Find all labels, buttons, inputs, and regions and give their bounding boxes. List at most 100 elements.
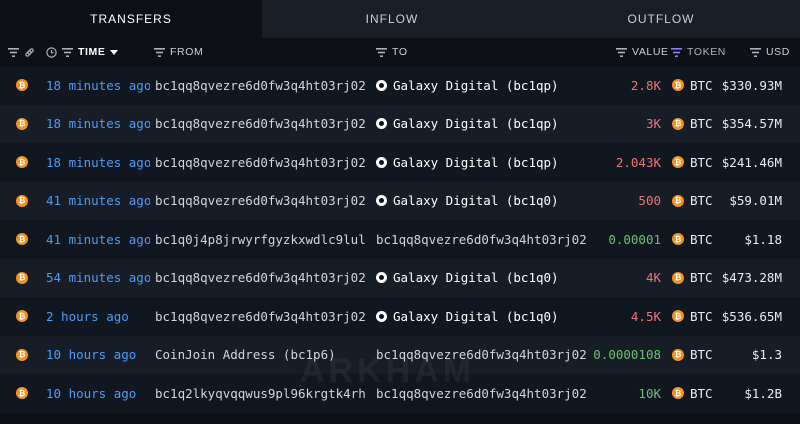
header-to-label: TO bbox=[392, 46, 408, 58]
table-row[interactable]: ₿ 10 hours ago bc1q2lkyqvqqwus9pl96krgtk… bbox=[0, 374, 800, 413]
to-entity[interactable]: Galaxy Digital (bc1qp) bbox=[393, 116, 559, 131]
bitcoin-icon: ₿ bbox=[672, 387, 684, 400]
bitcoin-icon: ₿ bbox=[16, 117, 28, 130]
table-row[interactable]: ₿ 10 hours ago CoinJoin Address (bc1p6) … bbox=[0, 335, 800, 375]
header-from[interactable]: FROM bbox=[154, 38, 203, 66]
token-symbol: BTC bbox=[690, 270, 713, 286]
filter-icon[interactable] bbox=[616, 47, 627, 57]
token-cell[interactable]: ₿ BTC bbox=[672, 66, 713, 105]
filter-icon[interactable] bbox=[154, 47, 165, 57]
header-time[interactable]: TIME bbox=[46, 38, 119, 66]
token-symbol: BTC bbox=[690, 77, 713, 93]
table-row[interactable]: ₿ 2 hours ago bc1qq8qvezre6d0fw3q4ht03rj… bbox=[0, 297, 800, 336]
time-link[interactable]: 41 minutes ago bbox=[46, 182, 150, 221]
to-entity[interactable]: Galaxy Digital (bc1qp) bbox=[393, 78, 559, 93]
to-cell: Galaxy Digital (bc1q0) bbox=[376, 259, 586, 298]
from-address[interactable]: bc1qq8qvezre6d0fw3q4ht03rj029… bbox=[155, 297, 365, 336]
time-link[interactable]: 41 minutes ago bbox=[46, 220, 150, 259]
bitcoin-icon: ₿ bbox=[16, 310, 28, 323]
header-value-label: VALUE bbox=[632, 46, 669, 58]
filter-icon[interactable] bbox=[376, 47, 387, 57]
usd-cell: $473.28M bbox=[721, 270, 782, 286]
bitcoin-icon: ₿ bbox=[16, 194, 28, 207]
token-cell[interactable]: ₿ BTC bbox=[672, 374, 713, 413]
tab-outflow[interactable]: OUTFLOW bbox=[522, 0, 800, 38]
chain-cell: ₿ bbox=[16, 259, 28, 298]
usd-cell: $536.65M bbox=[721, 308, 782, 324]
entity-icon bbox=[376, 79, 387, 91]
token-cell[interactable]: ₿ BTC bbox=[672, 105, 713, 144]
chain-cell: ₿ bbox=[16, 374, 28, 413]
token-symbol: BTC bbox=[690, 308, 713, 324]
table-row[interactable]: ₿ 18 minutes ago bc1qq8qvezre6d0fw3q4ht0… bbox=[0, 104, 800, 144]
to-cell: Galaxy Digital (bc1qp) bbox=[376, 143, 586, 182]
to-address[interactable]: bc1qq8qvezre6d0fw3q4ht03rj029… bbox=[376, 232, 586, 247]
entity-icon bbox=[376, 310, 387, 322]
usd-cell: $1.18 bbox=[744, 231, 782, 247]
time-link[interactable]: 10 hours ago bbox=[46, 374, 150, 413]
bitcoin-icon: ₿ bbox=[16, 156, 28, 169]
token-cell[interactable]: ₿ BTC bbox=[672, 259, 713, 298]
header-time-label: TIME bbox=[78, 46, 106, 58]
to-cell: Galaxy Digital (bc1q0) bbox=[376, 297, 586, 336]
from-address[interactable]: bc1qq8qvezre6d0fw3q4ht03rj029… bbox=[155, 259, 365, 298]
tab-transfers[interactable]: TRANSFERS bbox=[0, 0, 262, 38]
to-entity[interactable]: Galaxy Digital (bc1q0) bbox=[393, 193, 559, 208]
token-cell[interactable]: ₿ BTC bbox=[672, 182, 713, 221]
link-icon[interactable] bbox=[24, 47, 35, 58]
to-address[interactable]: bc1qq8qvezre6d0fw3q4ht03rj029… bbox=[376, 386, 586, 401]
to-entity[interactable]: Galaxy Digital (bc1qp) bbox=[393, 155, 559, 170]
time-link[interactable]: 18 minutes ago bbox=[46, 143, 150, 182]
usd-cell: $1.2B bbox=[744, 385, 782, 401]
time-link[interactable]: 2 hours ago bbox=[46, 297, 150, 336]
table-row[interactable]: ₿ 18 minutes ago bc1qq8qvezre6d0fw3q4ht0… bbox=[0, 143, 800, 182]
bitcoin-icon: ₿ bbox=[672, 233, 684, 246]
time-link[interactable]: 18 minutes ago bbox=[46, 66, 150, 105]
token-symbol: BTC bbox=[690, 385, 713, 401]
value-cell: 4K bbox=[645, 270, 661, 286]
header-to[interactable]: TO bbox=[376, 38, 408, 66]
token-symbol: BTC bbox=[690, 347, 713, 363]
token-cell[interactable]: ₿ BTC bbox=[672, 220, 713, 259]
bitcoin-icon: ₿ bbox=[672, 194, 684, 207]
to-cell: Galaxy Digital (bc1qp) bbox=[376, 105, 586, 144]
to-address[interactable]: bc1qq8qvezre6d0fw3q4ht03rj029… bbox=[376, 347, 586, 362]
time-link[interactable]: 10 hours ago bbox=[46, 336, 150, 375]
to-entity[interactable]: Galaxy Digital (bc1q0) bbox=[393, 309, 559, 324]
entity-icon bbox=[376, 272, 387, 284]
from-address[interactable]: bc1qq8qvezre6d0fw3q4ht03rj029… bbox=[155, 143, 365, 182]
value-cell: 3K bbox=[645, 116, 661, 132]
header-token[interactable]: TOKEN bbox=[671, 38, 726, 66]
usd-cell: $241.46M bbox=[721, 154, 782, 170]
token-cell[interactable]: ₿ BTC bbox=[672, 336, 713, 375]
value-cell: 0.00001 bbox=[608, 231, 661, 247]
table-row[interactable]: ₿ 54 minutes ago bc1qq8qvezre6d0fw3q4ht0… bbox=[0, 258, 800, 298]
header-usd[interactable]: USD bbox=[750, 38, 790, 66]
table-row[interactable]: ₿ 41 minutes ago bc1q0j4p8jrwyrfgyzkxwdl… bbox=[0, 220, 800, 259]
time-link[interactable]: 54 minutes ago bbox=[46, 259, 150, 298]
token-cell[interactable]: ₿ BTC bbox=[672, 297, 713, 336]
table-row[interactable]: ₿ 18 minutes ago bc1qq8qvezre6d0fw3q4ht0… bbox=[0, 66, 800, 105]
from-address[interactable]: bc1qq8qvezre6d0fw3q4ht03rj029… bbox=[155, 66, 365, 105]
usd-cell: $330.93M bbox=[721, 77, 782, 93]
filter-icon[interactable] bbox=[8, 47, 19, 57]
tab-inflow[interactable]: INFLOW bbox=[262, 0, 522, 38]
from-address[interactable]: CoinJoin Address (bc1p6) bbox=[155, 336, 365, 375]
from-address[interactable]: bc1qq8qvezre6d0fw3q4ht03rj029… bbox=[155, 182, 365, 221]
bitcoin-icon: ₿ bbox=[16, 233, 28, 246]
filter-active-icon[interactable] bbox=[671, 47, 682, 57]
to-entity[interactable]: Galaxy Digital (bc1q0) bbox=[393, 270, 559, 285]
time-link[interactable]: 18 minutes ago bbox=[46, 105, 150, 144]
table-row[interactable]: ₿ 41 minutes ago bc1qq8qvezre6d0fw3q4ht0… bbox=[0, 181, 800, 221]
filter-icon[interactable] bbox=[62, 47, 73, 57]
token-cell[interactable]: ₿ BTC bbox=[672, 143, 713, 182]
from-address[interactable]: bc1qq8qvezre6d0fw3q4ht03rj029… bbox=[155, 105, 365, 144]
sort-desc-icon[interactable] bbox=[110, 49, 119, 55]
header-value[interactable]: VALUE bbox=[616, 38, 669, 66]
from-address[interactable]: bc1q2lkyqvqqwus9pl96krgtk4rh0… bbox=[155, 374, 365, 413]
chain-cell: ₿ bbox=[16, 220, 28, 259]
filter-icon[interactable] bbox=[750, 47, 761, 57]
bitcoin-icon: ₿ bbox=[16, 348, 28, 361]
entity-icon bbox=[376, 195, 387, 207]
from-address[interactable]: bc1q0j4p8jrwyrfgyzkxwdlc9lult… bbox=[155, 220, 365, 259]
